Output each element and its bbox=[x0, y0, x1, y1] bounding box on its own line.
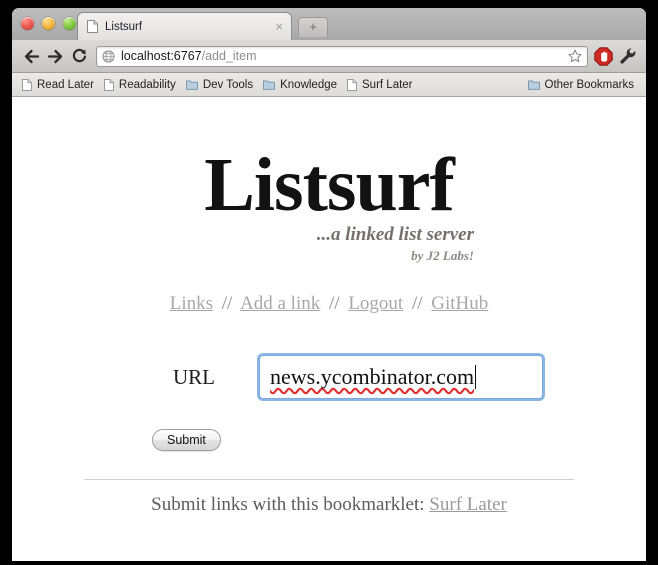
nav-separator: // bbox=[411, 293, 423, 315]
bookmark-other-bookmarks[interactable]: Other Bookmarks bbox=[524, 77, 640, 93]
window-close-button[interactable] bbox=[21, 17, 34, 30]
bookmark-label: Other Bookmarks bbox=[544, 78, 634, 91]
window-zoom-button[interactable] bbox=[63, 17, 76, 30]
star-icon[interactable] bbox=[568, 49, 582, 63]
footer-divider bbox=[84, 479, 574, 481]
window-minimize-button[interactable] bbox=[42, 17, 55, 30]
bookmark-knowledge[interactable]: Knowledge bbox=[259, 77, 343, 93]
browser-toolbar: localhost:6767/add_item bbox=[12, 40, 646, 73]
site-logo: Listsurf bbox=[204, 143, 455, 227]
new-tab-button[interactable]: + bbox=[298, 17, 328, 37]
bookmark-surf-later[interactable]: Surf Later bbox=[343, 77, 419, 93]
site-byline: by J2 Labs! bbox=[411, 247, 474, 263]
bookmark-dev-tools[interactable]: Dev Tools bbox=[182, 77, 259, 93]
bookmark-read-later[interactable]: Read Later bbox=[18, 77, 100, 93]
folder-icon bbox=[263, 80, 276, 90]
page-content: Listsurf ...a linked list server by J2 L… bbox=[12, 97, 646, 560]
url-input-value: news.ycombinator.com bbox=[270, 364, 475, 390]
address-host: localhost:6767 bbox=[121, 49, 202, 63]
address-bar[interactable]: localhost:6767/add_item bbox=[96, 45, 588, 67]
bookmarks-bar: Read Later Readability Dev Tools Knowled… bbox=[12, 73, 646, 97]
adblock-stop-hand-icon[interactable] bbox=[594, 46, 613, 66]
nav-separator: // bbox=[329, 293, 340, 315]
footer-bookmarklet-link[interactable]: Surf Later bbox=[429, 494, 507, 515]
close-icon[interactable]: × bbox=[273, 20, 285, 33]
tab-listsurf[interactable]: Listsurf × bbox=[77, 12, 292, 40]
back-button[interactable] bbox=[19, 44, 43, 68]
bookmark-readability[interactable]: Readability bbox=[100, 77, 182, 93]
arrow-right-icon bbox=[47, 49, 62, 63]
submit-row: Submit bbox=[12, 429, 646, 452]
submit-button[interactable]: Submit bbox=[152, 429, 221, 452]
bookmark-label: Read Later bbox=[37, 78, 94, 91]
url-form-row: URL news.ycombinator.com bbox=[12, 355, 646, 400]
nav-link-links[interactable]: Links bbox=[170, 293, 213, 314]
page-icon bbox=[87, 20, 98, 33]
page-icon bbox=[22, 78, 32, 91]
window-controls bbox=[21, 17, 76, 30]
page-icon bbox=[347, 78, 358, 91]
bookmark-label: Surf Later bbox=[362, 78, 413, 91]
text-caret bbox=[475, 365, 477, 390]
footer-text: Submit links with this bookmarklet: bbox=[151, 494, 425, 516]
site-header: Listsurf ...a linked list server by J2 L… bbox=[12, 97, 646, 263]
reload-icon bbox=[72, 48, 86, 62]
folder-icon bbox=[185, 80, 198, 90]
footer: Submit links with this bookmarklet: Surf… bbox=[12, 494, 646, 516]
nav-separator: // bbox=[221, 293, 233, 315]
reload-button[interactable] bbox=[67, 44, 91, 68]
page-icon bbox=[103, 78, 114, 91]
nav-link-github[interactable]: GitHub bbox=[431, 293, 488, 314]
bookmark-label: Readability bbox=[118, 78, 176, 91]
tab-strip: Listsurf × + bbox=[12, 8, 646, 40]
url-label: URL bbox=[173, 364, 215, 389]
folder-icon bbox=[527, 80, 540, 90]
tab-title: Listsurf bbox=[105, 20, 143, 33]
wrench-icon[interactable] bbox=[619, 47, 637, 65]
browser-window: Listsurf × + localhost:6767/add_item Rea… bbox=[12, 8, 646, 561]
nav-link-logout[interactable]: Logout bbox=[348, 293, 403, 314]
globe-icon bbox=[102, 49, 115, 63]
site-tagline: ...a linked list server bbox=[316, 224, 474, 245]
address-bar-text: localhost:6767/add_item bbox=[121, 49, 568, 63]
url-input[interactable]: news.ycombinator.com bbox=[259, 355, 543, 400]
forward-button[interactable] bbox=[43, 44, 67, 68]
address-path: /add_item bbox=[201, 49, 257, 63]
site-nav: Links // Add a link // Logout // GitHub bbox=[12, 293, 646, 315]
bookmark-label: Dev Tools bbox=[202, 78, 254, 91]
nav-link-add-a-link[interactable]: Add a link bbox=[240, 293, 320, 314]
arrow-left-icon bbox=[24, 49, 39, 63]
bookmark-label: Knowledge bbox=[280, 78, 338, 91]
